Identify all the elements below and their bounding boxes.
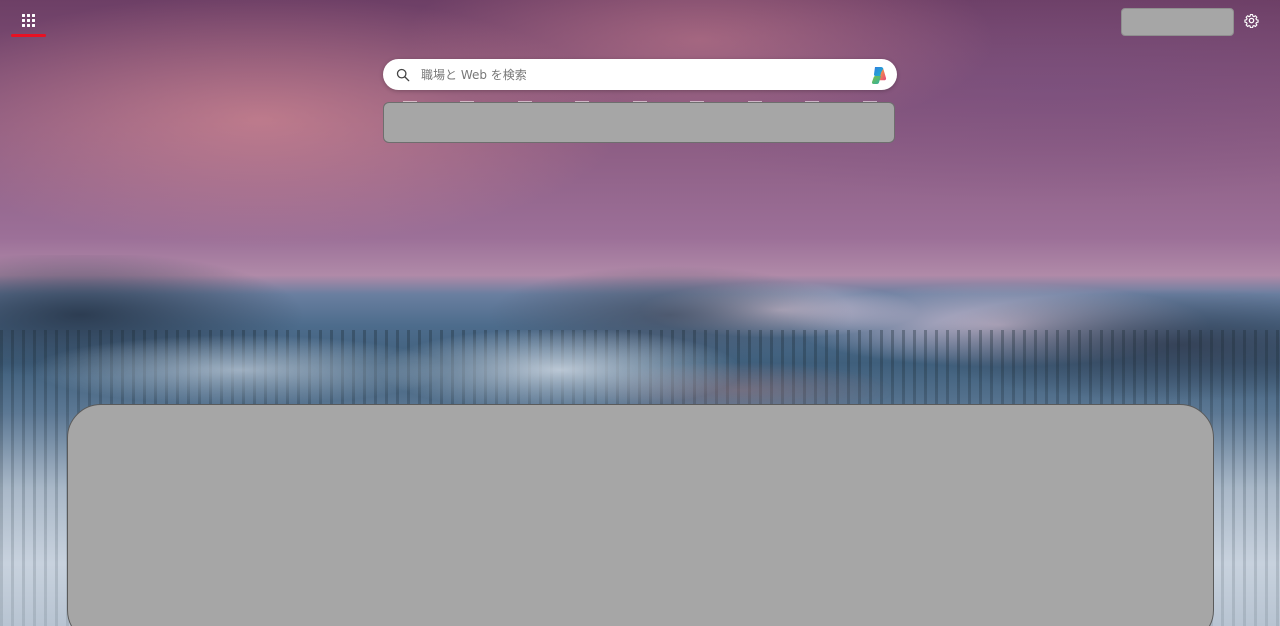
settings-button[interactable]	[1241, 10, 1261, 30]
app-launcher-button[interactable]	[12, 6, 44, 34]
app-launcher-active-indicator	[11, 34, 46, 37]
gear-icon	[1243, 13, 1259, 28]
account-area-placeholder[interactable]	[1121, 8, 1234, 36]
search-input[interactable]	[421, 59, 869, 90]
new-tab-page	[0, 0, 1280, 626]
quick-links-placeholder[interactable]	[383, 102, 895, 143]
copilot-icon	[871, 66, 887, 84]
copilot-button[interactable]	[869, 64, 891, 86]
search-box	[383, 59, 897, 90]
magnifier-icon	[395, 67, 411, 83]
app-launcher-grid-icon	[21, 13, 35, 27]
content-feed-placeholder[interactable]	[67, 404, 1214, 626]
